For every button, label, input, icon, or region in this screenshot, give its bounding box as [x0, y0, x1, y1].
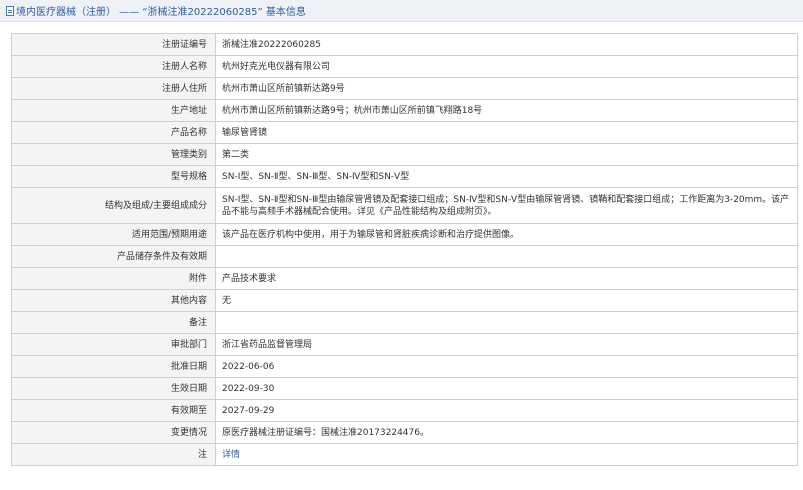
- table-row: 变更情况 原医疗器械注册证编号：国械注准20173224476。: [11, 421, 798, 444]
- details-link[interactable]: 详情: [222, 450, 240, 460]
- field-label: 型号规格: [11, 165, 216, 188]
- field-value: 2022-09-30: [215, 377, 798, 400]
- field-value: 2027-09-29: [215, 399, 798, 422]
- table-row: 其他内容 无: [11, 289, 798, 312]
- field-value: 浙械注准20222060285: [215, 33, 798, 56]
- field-value: 原医疗器械注册证编号：国械注准20173224476。: [215, 421, 798, 444]
- table-row: 备注: [11, 311, 798, 334]
- info-table: 注册证编号 浙械注准20222060285 注册人名称 杭州好克光电仪器有限公司…: [11, 33, 798, 466]
- table-row: 结构及组成/主要组成成分 SN-Ⅰ型、SN-Ⅱ型和SN-Ⅲ型由输尿管肾镜及配套接…: [11, 187, 798, 224]
- table-row: 注册证编号 浙械注准20222060285: [11, 33, 798, 56]
- page-title: 境内医疗器械（注册） —— “浙械注准20222060285” 基本信息: [16, 7, 306, 18]
- field-label: 产品名称: [11, 121, 216, 144]
- field-value: [215, 245, 798, 268]
- table-row: 产品名称 输尿管肾镜: [11, 121, 798, 144]
- table-row: 批准日期 2022-06-06: [11, 355, 798, 378]
- field-label: 生效日期: [11, 377, 216, 400]
- field-label: 批准日期: [11, 355, 216, 378]
- field-label: 变更情况: [11, 421, 216, 444]
- field-value: 产品技术要求: [215, 267, 798, 290]
- table-row: 生产地址 杭州市萧山区所前镇新达路9号；杭州市萧山区所前镇飞翔路18号: [11, 99, 798, 122]
- field-label: 生产地址: [11, 99, 216, 122]
- field-value: 无: [215, 289, 798, 312]
- table-row: 注册人名称 杭州好克光电仪器有限公司: [11, 55, 798, 78]
- field-label: 产品储存条件及有效期: [11, 245, 216, 268]
- table-row: 适用范围/预期用途 该产品在医疗机构中使用，用于为输尿管和肾脏疾病诊断和治疗提供…: [11, 223, 798, 246]
- table-row: 注册人住所 杭州市萧山区所前镇新达路9号: [11, 77, 798, 100]
- field-value: SN-Ⅰ型、SN-Ⅱ型、SN-Ⅲ型、SN-Ⅳ型和SN-Ⅴ型: [215, 165, 798, 188]
- table-row: 型号规格 SN-Ⅰ型、SN-Ⅱ型、SN-Ⅲ型、SN-Ⅳ型和SN-Ⅴ型: [11, 165, 798, 188]
- table-row: 审批部门 浙江省药品监督管理局: [11, 333, 798, 356]
- table-row: 生效日期 2022-09-30: [11, 377, 798, 400]
- field-label: 备注: [11, 311, 216, 334]
- field-value: 杭州市萧山区所前镇新达路9号: [215, 77, 798, 100]
- field-label: 注册证编号: [11, 33, 216, 56]
- document-icon: [6, 5, 14, 16]
- field-label: 管理类别: [11, 143, 216, 166]
- field-value: 输尿管肾镜: [215, 121, 798, 144]
- field-value: 第二类: [215, 143, 798, 166]
- field-label: 注册人名称: [11, 55, 216, 78]
- field-label: 注册人住所: [11, 77, 216, 100]
- field-value: 详情: [215, 443, 798, 466]
- field-value: 2022-06-06: [215, 355, 798, 378]
- field-label: 其他内容: [11, 289, 216, 312]
- field-value: 杭州好克光电仪器有限公司: [215, 55, 798, 78]
- field-value: SN-Ⅰ型、SN-Ⅱ型和SN-Ⅲ型由输尿管肾镜及配套接口组成；SN-Ⅳ型和SN-…: [215, 187, 798, 224]
- field-value: 该产品在医疗机构中使用，用于为输尿管和肾脏疾病诊断和治疗提供图像。: [215, 223, 798, 246]
- table-row: 产品储存条件及有效期: [11, 245, 798, 268]
- field-label: 附件: [11, 267, 216, 290]
- field-label: 注: [11, 443, 216, 466]
- field-label: 适用范围/预期用途: [11, 223, 216, 246]
- field-label: 审批部门: [11, 333, 216, 356]
- field-value: [215, 311, 798, 334]
- table-row: 管理类别 第二类: [11, 143, 798, 166]
- field-value: 杭州市萧山区所前镇新达路9号；杭州市萧山区所前镇飞翔路18号: [215, 99, 798, 122]
- page-header: 境内医疗器械（注册） —— “浙械注准20222060285” 基本信息: [0, 0, 803, 22]
- field-label: 结构及组成/主要组成成分: [11, 187, 216, 224]
- table-row: 注 详情: [11, 443, 798, 466]
- table-row: 附件 产品技术要求: [11, 267, 798, 290]
- table-row: 有效期至 2027-09-29: [11, 399, 798, 422]
- field-value: 浙江省药品监督管理局: [215, 333, 798, 356]
- field-label: 有效期至: [11, 399, 216, 422]
